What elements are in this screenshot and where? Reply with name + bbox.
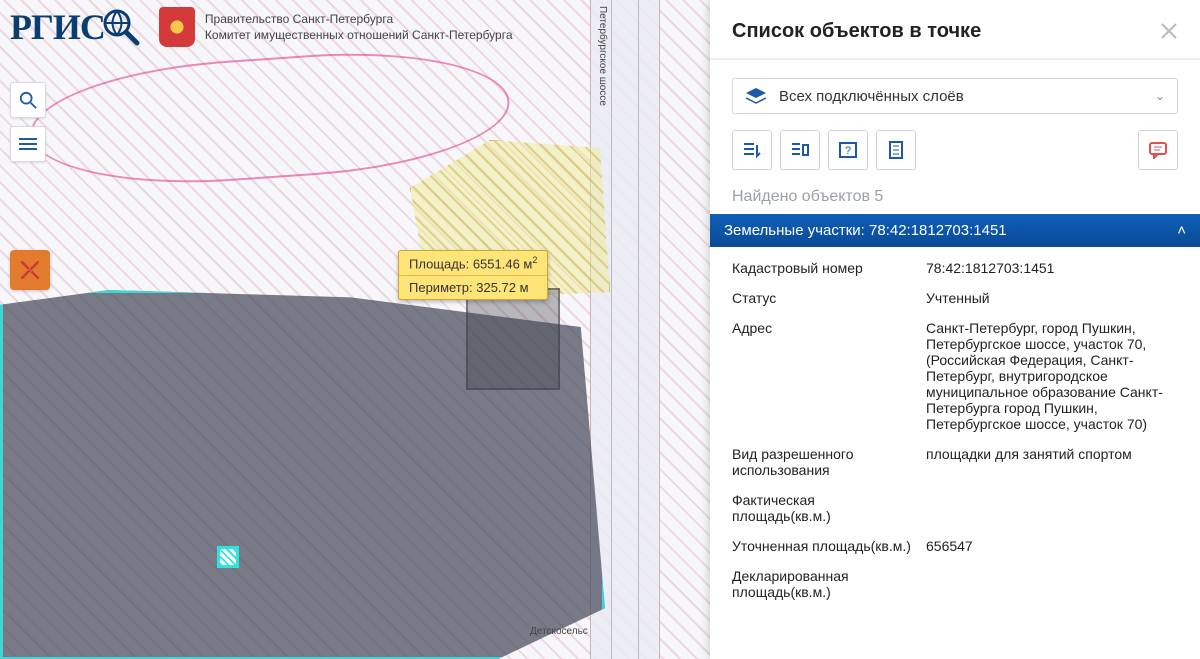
table-row: Статус Учтенный bbox=[710, 283, 1200, 313]
hamburger-icon bbox=[19, 137, 37, 151]
list-expand-button[interactable] bbox=[780, 130, 820, 170]
tools-icon bbox=[19, 259, 41, 281]
prop-key: Уточненная площадь(кв.м.) bbox=[732, 538, 912, 554]
app-header: РГИС Правительство Санкт-Петербурга Коми… bbox=[10, 6, 513, 48]
help-square-icon: ? bbox=[838, 141, 858, 159]
table-row: Фактическая площадь(кв.м.) bbox=[710, 485, 1200, 531]
measure-perimeter-label: Периметр: bbox=[409, 280, 473, 295]
measure-area-label: Площадь: bbox=[409, 256, 469, 271]
search-icon bbox=[19, 91, 37, 109]
globe-search-icon bbox=[101, 7, 141, 47]
section-header[interactable]: Земельные участки: 78:42:1812703:1451 ˄ bbox=[710, 214, 1200, 247]
gov-block: Правительство Санкт-Петербурга Комитет и… bbox=[159, 7, 513, 47]
left-toolbar bbox=[10, 82, 46, 162]
prop-key: Декларированная площадь(кв.м.) bbox=[732, 568, 912, 600]
road-label-horizontal: Детскосельс bbox=[530, 626, 588, 637]
prop-val bbox=[926, 492, 1178, 524]
document-icon bbox=[887, 141, 905, 159]
prop-key: Адрес bbox=[732, 320, 912, 432]
close-panel-button[interactable] bbox=[1160, 18, 1178, 44]
prop-key: Кадастровый номер bbox=[732, 260, 912, 276]
table-row: Кадастровый номер 78:42:1812703:1451 bbox=[710, 253, 1200, 283]
layers-icon bbox=[745, 87, 767, 105]
list-sort-button[interactable] bbox=[732, 130, 772, 170]
table-row: Вид разрешенного использования площадки д… bbox=[710, 439, 1200, 485]
section-title: Земельные участки: 78:42:1812703:1451 bbox=[724, 222, 1007, 239]
panel-toolbar: ? bbox=[732, 130, 1178, 170]
prop-val: Санкт-Петербург, город Пушкин, Петербург… bbox=[926, 320, 1178, 432]
prop-val: 78:42:1812703:1451 bbox=[926, 260, 1178, 276]
measure-perimeter-value: 325.72 м bbox=[476, 280, 528, 295]
tools-button[interactable] bbox=[10, 250, 50, 290]
results-count-label: Найдено объектов bbox=[732, 188, 870, 205]
measure-marker[interactable] bbox=[217, 546, 239, 568]
prop-val: 656547 bbox=[926, 538, 1178, 554]
prop-key: Фактическая площадь(кв.м.) bbox=[732, 492, 912, 524]
prop-val: площадки для занятий спортом bbox=[926, 446, 1178, 478]
results-count-value: 5 bbox=[874, 188, 883, 205]
measure-popup: Площадь: 6551.46 м2 Периметр: 325.72 м bbox=[398, 250, 548, 300]
query-parcel[interactable] bbox=[466, 288, 560, 390]
measure-area-sup: 2 bbox=[532, 255, 537, 265]
report-button[interactable] bbox=[1138, 130, 1178, 170]
list-arrow-icon bbox=[742, 141, 762, 159]
property-table: Кадастровый номер 78:42:1812703:1451 Стат… bbox=[710, 247, 1200, 607]
logo-text: РГИС bbox=[10, 6, 105, 48]
search-button[interactable] bbox=[10, 82, 46, 118]
list-expand-icon bbox=[790, 141, 810, 159]
panel-title: Список объектов в точке bbox=[732, 20, 981, 43]
table-row: Уточненная площадь(кв.м.) 656547 bbox=[710, 531, 1200, 561]
table-row: Декларированная площадь(кв.м.) bbox=[710, 561, 1200, 607]
chat-report-icon bbox=[1148, 141, 1168, 159]
prop-key: Вид разрешенного использования bbox=[732, 446, 912, 478]
gov-line1: Правительство Санкт-Петербурга bbox=[205, 11, 513, 27]
close-icon bbox=[1160, 22, 1178, 40]
help-button[interactable]: ? bbox=[828, 130, 868, 170]
prop-val bbox=[926, 568, 1178, 600]
prop-val: Учтенный bbox=[926, 290, 1178, 306]
menu-button[interactable] bbox=[10, 126, 46, 162]
object-list-panel: Список объектов в точке Всех подключённы… bbox=[710, 0, 1200, 659]
layer-select[interactable]: Всех подключённых слоёв ⌄ bbox=[732, 78, 1178, 114]
app-logo[interactable]: РГИС bbox=[10, 6, 141, 48]
measure-area-value: 6551.46 м bbox=[473, 256, 533, 271]
gov-line2: Комитет имущественных отношений Санкт-Пе… bbox=[205, 27, 513, 43]
layer-select-label: Всех подключённых слоёв bbox=[779, 88, 964, 105]
chevron-down-icon: ⌄ bbox=[1155, 89, 1165, 103]
road-label-vertical: Петербургское шоссе bbox=[597, 6, 608, 106]
document-button[interactable] bbox=[876, 130, 916, 170]
gov-emblem-icon bbox=[159, 7, 195, 47]
prop-key: Статус bbox=[732, 290, 912, 306]
chevron-up-icon: ˄ bbox=[1177, 222, 1186, 239]
svg-text:?: ? bbox=[845, 145, 851, 157]
results-count: Найдено объектов 5 bbox=[710, 182, 1200, 214]
table-row: АдресСанкт-Петербург, город Пушкин, Пете… bbox=[710, 313, 1200, 439]
